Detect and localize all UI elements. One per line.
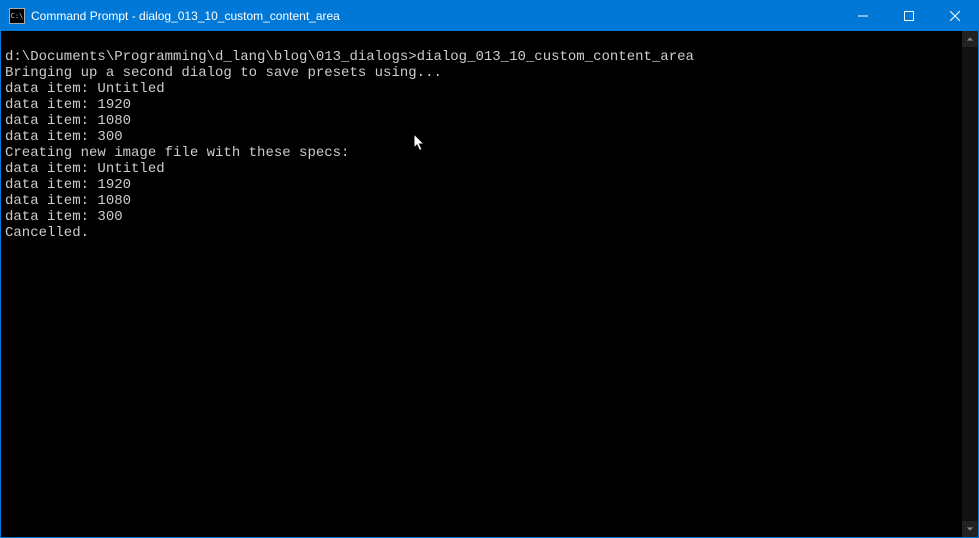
output-line: data item: 300 [5,129,123,145]
scroll-up-button[interactable] [962,31,978,47]
chevron-up-icon [966,35,974,43]
command-text: dialog_013_10_custom_content_area [417,49,694,65]
minimize-icon [858,11,868,21]
maximize-icon [904,11,914,21]
output-line: data item: Untitled [5,161,165,177]
close-icon [950,11,960,21]
output-line: data item: 1080 [5,113,131,129]
output-line: Bringing up a second dialog to save pres… [5,65,442,81]
output-line: Creating new image file with these specs… [5,145,349,161]
minimize-button[interactable] [840,1,886,31]
chevron-down-icon [966,525,974,533]
close-button[interactable] [932,1,978,31]
maximize-button[interactable] [886,1,932,31]
output-line: data item: 300 [5,209,123,225]
output-line: data item: 1920 [5,177,131,193]
output-line: data item: 1080 [5,193,131,209]
terminal-content[interactable]: d:\Documents\Programming\d_lang\blog\013… [1,31,962,537]
titlebar[interactable]: C:\ Command Prompt - dialog_013_10_custo… [1,1,978,31]
window-title: Command Prompt - dialog_013_10_custom_co… [31,9,840,23]
output-line: Cancelled. [5,225,89,241]
output-line: data item: Untitled [5,81,165,97]
window-controls [840,1,978,31]
output-line: data item: 1920 [5,97,131,113]
scroll-down-button[interactable] [962,521,978,537]
vertical-scrollbar[interactable] [962,31,978,537]
app-icon-text: C:\ [11,13,24,20]
prompt-path: d:\Documents\Programming\d_lang\blog\013… [5,49,417,65]
app-icon: C:\ [9,8,25,24]
terminal-area[interactable]: d:\Documents\Programming\d_lang\blog\013… [1,31,978,537]
command-prompt-window: C:\ Command Prompt - dialog_013_10_custo… [0,0,979,538]
